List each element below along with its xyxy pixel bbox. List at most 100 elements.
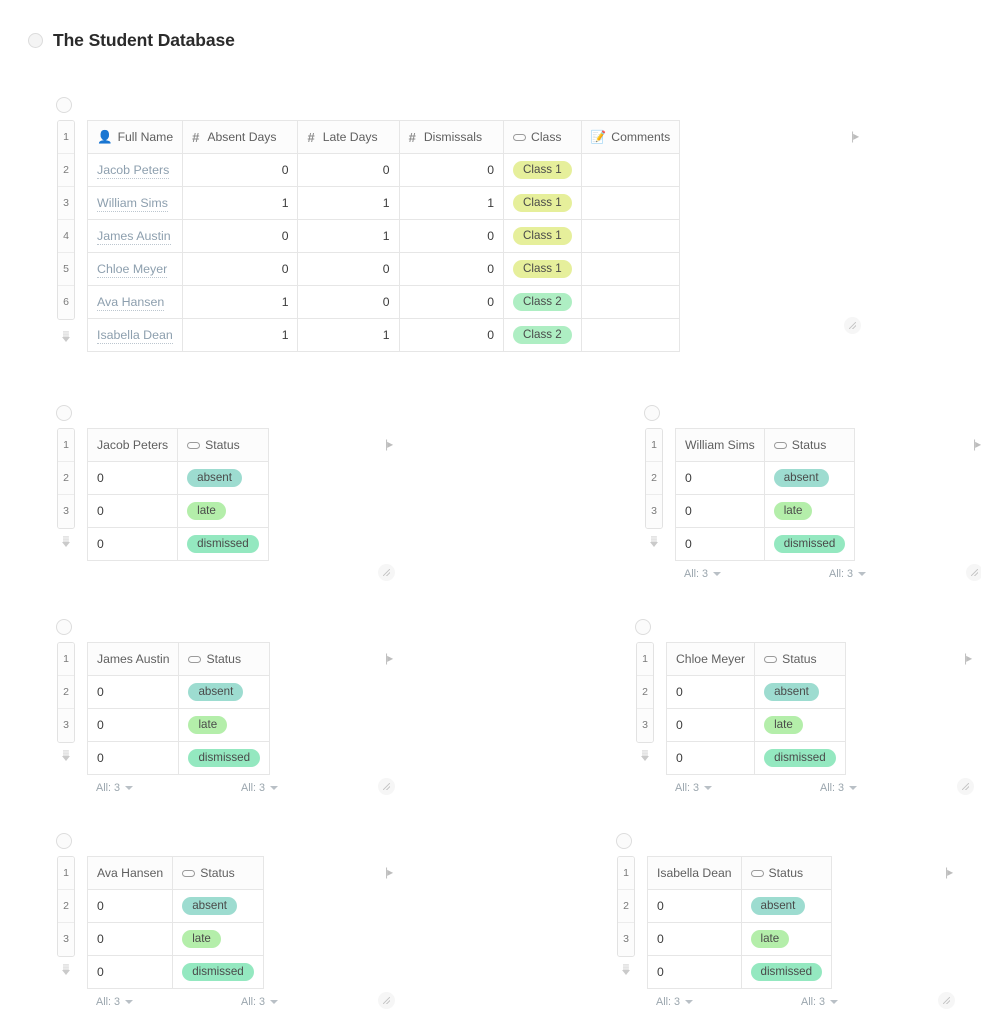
cell-dismissals[interactable]: 0 [399,154,503,187]
cell-value[interactable]: 0 [648,923,742,956]
cell-value[interactable]: 0 [88,742,179,775]
cell-value[interactable]: 0 [676,495,765,528]
cell-full-name[interactable]: Jacob Peters [88,154,183,187]
cell-status[interactable]: dismissed [764,528,855,561]
row-number[interactable]: 2 [637,676,653,709]
resize-grip-icon[interactable] [957,778,974,795]
table-row[interactable]: 0 dismissed [88,742,270,775]
row-number[interactable]: 3 [637,709,653,742]
grid-select-all-circle[interactable] [644,405,660,421]
resize-grip-icon[interactable] [378,992,395,1009]
add-column-icon[interactable]: |▸ [385,651,396,666]
column-header-absent-days[interactable]: #Absent Days [183,121,298,154]
cell-value[interactable]: 0 [88,709,179,742]
table-row[interactable]: 0 dismissed [667,742,846,775]
row-number[interactable]: 1 [646,429,662,462]
aggregation-value[interactable]: All: 3 [684,568,721,580]
column-header-student-name[interactable]: Isabella Dean [648,857,742,890]
cell-dismissals[interactable]: 0 [399,319,503,352]
cell-comments[interactable] [581,286,680,319]
circle-toggle-icon[interactable] [28,33,43,48]
collapse-rows-icon[interactable] [58,328,74,342]
cell-dismissals[interactable]: 1 [399,187,503,220]
cell-full-name[interactable]: Isabella Dean [88,319,183,352]
aggregation-status[interactable]: All: 3 [801,996,838,1008]
cell-value[interactable]: 0 [667,676,755,709]
grid-select-all-circle[interactable] [56,833,72,849]
add-column-icon[interactable]: |▸ [385,865,396,880]
collapse-rows-icon[interactable] [58,747,74,761]
aggregation-value[interactable]: All: 3 [656,996,693,1008]
table-row[interactable]: 0 late [648,923,832,956]
student-name-link[interactable]: James Austin [97,229,171,245]
cell-value[interactable]: 0 [648,890,742,923]
row-number[interactable]: 3 [58,709,74,742]
cell-late-days[interactable]: 0 [298,253,399,286]
row-number[interactable]: 2 [646,462,662,495]
aggregation-value[interactable]: All: 3 [96,782,133,794]
cell-full-name[interactable]: Ava Hansen [88,286,183,319]
cell-comments[interactable] [581,220,680,253]
column-header-comments[interactable]: 📝Comments [581,121,680,154]
resize-grip-icon[interactable] [938,992,955,1009]
cell-comments[interactable] [581,253,680,286]
cell-status[interactable]: late [173,923,264,956]
row-number[interactable]: 1 [58,643,74,676]
aggregation-value[interactable]: All: 3 [96,996,133,1008]
column-header-class[interactable]: Class [504,121,582,154]
cell-status[interactable]: dismissed [178,528,269,561]
cell-status[interactable]: late [741,923,832,956]
cell-status[interactable]: absent [755,676,846,709]
cell-value[interactable]: 0 [88,528,178,561]
table-row[interactable]: 0 late [667,709,846,742]
student-name-link[interactable]: Chloe Meyer [97,262,167,278]
cell-status[interactable]: late [179,709,270,742]
collapse-rows-icon[interactable] [58,961,74,975]
grid-select-all-circle[interactable] [56,619,72,635]
add-column-icon[interactable]: |▸ [964,651,975,666]
cell-absent-days[interactable]: 0 [183,154,298,187]
grid-select-all-circle[interactable] [635,619,651,635]
table-row[interactable]: 0 late [676,495,855,528]
cell-comments[interactable] [581,319,680,352]
column-header-status[interactable]: Status [179,643,270,676]
cell-value[interactable]: 0 [88,890,173,923]
cell-class[interactable]: Class 2 [504,286,582,319]
aggregation-status[interactable]: All: 3 [820,782,857,794]
row-number[interactable]: 3 [618,923,634,956]
resize-grip-icon[interactable] [378,564,395,581]
column-header-student-name[interactable]: Jacob Peters [88,429,178,462]
cell-class[interactable]: Class 1 [504,220,582,253]
cell-status[interactable]: dismissed [755,742,846,775]
cell-comments[interactable] [581,154,680,187]
cell-absent-days[interactable]: 1 [183,286,298,319]
student-name-link[interactable]: Isabella Dean [97,328,173,344]
row-number[interactable]: 4 [58,220,74,253]
aggregation-status[interactable]: All: 3 [829,568,866,580]
cell-status[interactable]: dismissed [741,956,832,989]
grid-select-all-circle[interactable] [616,833,632,849]
column-header-student-name[interactable]: James Austin [88,643,179,676]
row-number[interactable]: 2 [58,676,74,709]
cell-value[interactable]: 0 [88,495,178,528]
grid-select-all-circle[interactable] [56,405,72,421]
table-row[interactable]: Chloe Meyer 0 0 0 Class 1 [88,253,680,286]
cell-absent-days[interactable]: 1 [183,319,298,352]
table-row[interactable]: Ava Hansen 1 0 0 Class 2 [88,286,680,319]
cell-class[interactable]: Class 1 [504,253,582,286]
cell-status[interactable]: late [755,709,846,742]
table-row[interactable]: 0 dismissed [88,956,264,989]
cell-status[interactable]: absent [179,676,270,709]
cell-late-days[interactable]: 0 [298,154,399,187]
add-column-icon[interactable]: |▸ [385,437,396,452]
cell-value[interactable]: 0 [88,676,179,709]
cell-full-name[interactable]: James Austin [88,220,183,253]
row-number[interactable]: 2 [618,890,634,923]
row-number[interactable]: 1 [58,857,74,890]
row-number[interactable]: 6 [58,286,74,319]
cell-full-name[interactable]: William Sims [88,187,183,220]
table-row[interactable]: 0 dismissed [88,528,269,561]
cell-late-days[interactable]: 1 [298,187,399,220]
cell-comments[interactable] [581,187,680,220]
cell-full-name[interactable]: Chloe Meyer [88,253,183,286]
